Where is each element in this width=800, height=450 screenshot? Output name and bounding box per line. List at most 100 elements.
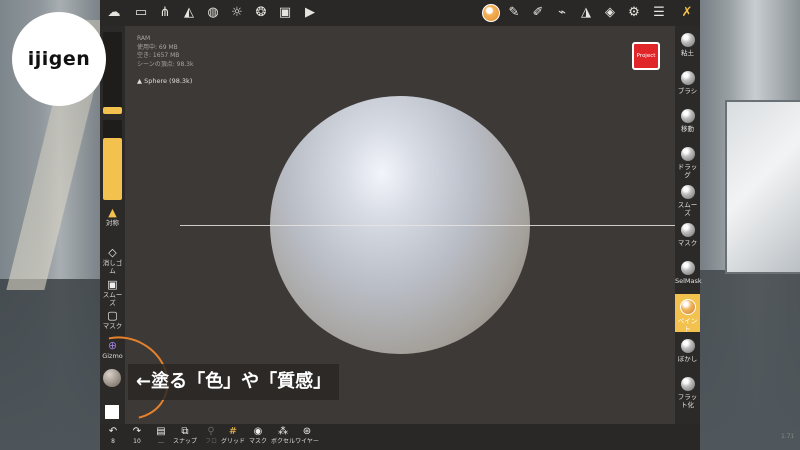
wireframe-button[interactable]: ⊛ ワイヤー xyxy=(294,426,320,446)
symmetry-line xyxy=(180,225,675,226)
tool-clay[interactable]: 粘土 xyxy=(675,28,700,66)
tool-label: 移動 xyxy=(681,125,694,133)
snapshot-button[interactable]: ⧉ スナップ xyxy=(172,426,198,446)
tool-label: フラット化 xyxy=(677,393,698,409)
top-toolbar: ☁ ▭ ⋔ ◭ ◍ ☼ ❂ ▣ ▶ ✎ ✐ ⌁ ◮ ◈ ⚙ ☰ ✗ xyxy=(100,0,700,26)
corner-value: 1.71 xyxy=(781,433,795,440)
logo-text: ijigen xyxy=(27,48,91,70)
scene-graph-icon[interactable]: ⋔ xyxy=(155,3,175,23)
wireframe-label: ワイヤー xyxy=(295,438,319,445)
clay-icon xyxy=(680,33,695,47)
tool-label: SelMask xyxy=(675,277,702,285)
pen-icon[interactable]: ✎ xyxy=(504,3,524,23)
scene-vertices: シーンの頂点: 98.3k xyxy=(137,60,194,68)
tool-mask[interactable]: マスク xyxy=(675,218,700,256)
redo-button[interactable]: ↷ 10 xyxy=(124,426,150,446)
paint-icon xyxy=(679,299,696,315)
flatten-icon xyxy=(680,377,695,391)
mask-visibility-icon: ◉ xyxy=(253,426,263,437)
light-icon[interactable]: ☼ xyxy=(227,3,247,23)
stroke-icon[interactable]: ⌁ xyxy=(552,3,572,23)
material-swatch[interactable] xyxy=(103,369,121,387)
grid-label: グリッド xyxy=(220,438,245,445)
mask-visibility-label: マスク xyxy=(248,438,267,445)
move-icon xyxy=(680,109,695,123)
tool-move[interactable]: 移動 xyxy=(675,104,700,142)
ram-free: 空き: 1657 MB xyxy=(137,52,180,59)
tool-smooth[interactable]: スムーズ xyxy=(675,180,700,218)
mesh-selector[interactable]: ▲ Sphere (98.3k) xyxy=(137,77,192,85)
symmetry-toggle[interactable]: ▲ 対称 xyxy=(100,206,125,227)
camera-icon[interactable]: ▶ xyxy=(300,3,320,23)
radius-slider[interactable] xyxy=(103,32,122,114)
selmask-icon xyxy=(680,261,695,275)
radius-slider-fill xyxy=(103,107,122,114)
tool-paint[interactable]: ペイント xyxy=(675,294,700,333)
wireframe-icon: ⊛ xyxy=(302,426,312,437)
tool-flatten[interactable]: フラット化 xyxy=(675,372,700,418)
background-right-photo xyxy=(700,0,800,450)
settings-icon[interactable]: ⚙ xyxy=(624,3,644,23)
symmetry-icon: ▲ xyxy=(108,206,117,219)
mask-label: マスク xyxy=(102,322,123,330)
intensity-slider[interactable] xyxy=(103,120,122,200)
tool-selmask[interactable]: SelMask xyxy=(675,256,702,294)
voxel-icon: ⁂ xyxy=(278,426,288,437)
layers-icon[interactable]: ◈ xyxy=(600,3,620,23)
mask-button[interactable]: ▢ マスク xyxy=(100,309,125,330)
brush-icon xyxy=(680,71,695,85)
channel-logo: ijigen xyxy=(12,12,106,106)
folder-icon[interactable]: ▭ xyxy=(131,3,151,23)
mesh-name: Sphere (98.3k) xyxy=(144,77,193,85)
intensity-slider-fill xyxy=(103,137,122,200)
topology-icon[interactable]: ◭ xyxy=(179,3,199,23)
grid-button[interactable]: # グリッド xyxy=(220,426,246,446)
redo-count: 10 xyxy=(133,438,141,445)
smooth-label: スムーズ xyxy=(102,291,123,307)
right-sidebar: 粘土 ブラシ 移動 ドラッグ スムーズ マスク SelMask ペイント ぼかし… xyxy=(675,26,702,424)
ram-used: 使用中: 69 MB xyxy=(137,43,178,51)
tool-brush[interactable]: ブラシ xyxy=(675,66,700,104)
picker-icon[interactable]: ✐ xyxy=(528,3,548,23)
mesh-triangle-icon: ▲ xyxy=(137,77,142,85)
snapshot-label: スナップ xyxy=(172,438,197,445)
bottom-toolbar: ↶ 8 ↷ 10 ▤... ⧉ スナップ ⚲ フロ # グリッド ◉ マスク ⁂ ボクセル ⊛… xyxy=(100,424,700,450)
more-label: ... xyxy=(158,438,164,445)
tool-blur[interactable]: ぼかし xyxy=(675,334,700,372)
paint-color-icon[interactable] xyxy=(482,4,500,22)
tool-label: ぼかし xyxy=(677,355,698,363)
mask-icon: ▢ xyxy=(107,309,118,322)
tool-drag[interactable]: ドラッグ xyxy=(675,142,700,180)
drag-icon xyxy=(680,147,695,161)
undo-button[interactable]: ↶ 8 xyxy=(100,426,126,446)
tool-label: スムーズ xyxy=(677,201,698,217)
material-icon[interactable]: ◍ xyxy=(203,3,223,23)
more-icon: ▤ xyxy=(156,426,166,437)
color-swatch[interactable] xyxy=(105,405,119,419)
ram-title: RAM xyxy=(137,35,151,42)
mask-icon xyxy=(680,223,695,237)
project-button[interactable]: Project xyxy=(632,42,660,70)
background-image-icon[interactable]: ▣ xyxy=(275,3,295,23)
blur-icon xyxy=(680,339,695,353)
more-button[interactable]: ▤... xyxy=(148,426,174,446)
voxel-label: ボクセル xyxy=(270,438,295,445)
tools-icon[interactable]: ✗ xyxy=(677,3,697,23)
eraser-button[interactable]: ◇ 消しゴム xyxy=(100,246,125,275)
voxel-button[interactable]: ⁂ ボクセル xyxy=(270,426,296,446)
tool-label: ブラシ xyxy=(677,87,698,95)
redo-icon: ↷ xyxy=(132,426,142,437)
undo-icon: ↶ xyxy=(108,426,118,437)
tool-label: 粘土 xyxy=(681,49,694,57)
grid-icon: # xyxy=(228,426,238,437)
nomad-logo-icon[interactable]: ☁ xyxy=(104,3,124,23)
symmetry-icon[interactable]: ◮ xyxy=(576,3,596,23)
mask-visibility-button[interactable]: ◉ マスク xyxy=(245,426,271,446)
tool-label: マスク xyxy=(677,239,698,247)
snapshot-icon: ⧉ xyxy=(181,426,189,437)
ram-info-panel: RAM 使用中: 69 MB 空き: 1657 MB シーンの頂点: 98.3k xyxy=(137,35,193,69)
tool-label: ペイント xyxy=(677,317,698,333)
postprocess-icon[interactable]: ❂ xyxy=(251,3,271,23)
smooth-button[interactable]: ▣ スムーズ xyxy=(100,278,125,307)
sliders-icon[interactable]: ☰ xyxy=(649,3,669,23)
